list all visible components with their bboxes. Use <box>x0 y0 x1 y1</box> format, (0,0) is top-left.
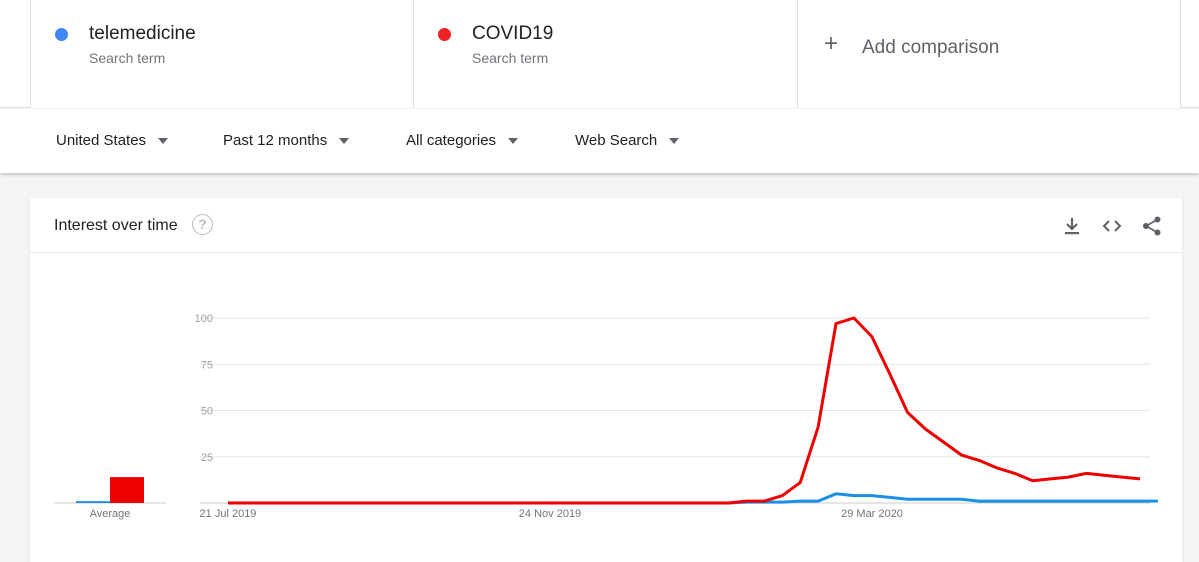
term-type-label: Search term <box>89 50 166 66</box>
interest-over-time-panel: Interest over time ? 25 50 75 100 21 Jul 201… <box>30 198 1182 562</box>
chart-labels: 25 50 75 100 21 Jul 2019 24 Nov 2019 29 Mar 20… <box>90 313 903 520</box>
y-tick-label: 100 <box>195 313 213 325</box>
search-type-dropdown-label: Web Search <box>575 132 658 149</box>
average-label: Average <box>90 508 131 520</box>
region-dropdown[interactable]: United States <box>56 132 169 149</box>
add-comparison-label: Add comparison <box>862 37 1000 58</box>
chevron-down-icon <box>339 137 350 144</box>
term-name[interactable]: telemedicine <box>89 23 196 45</box>
term-name[interactable]: COVID19 <box>472 23 553 45</box>
average-bars <box>54 477 166 504</box>
category-dropdown[interactable]: All categories <box>406 132 519 149</box>
average-bar-covid19[interactable] <box>110 477 144 503</box>
y-tick-label: 50 <box>201 406 213 418</box>
search-type-dropdown[interactable]: Web Search <box>575 132 680 149</box>
time-range-dropdown[interactable]: Past 12 months <box>223 132 350 149</box>
term-color-dot <box>55 28 68 41</box>
chart-grid <box>200 317 1150 504</box>
chevron-down-icon <box>508 137 519 144</box>
y-tick-label: 75 <box>201 359 213 371</box>
x-tick-label: 24 Nov 2019 <box>519 508 581 520</box>
y-tick-label: 25 <box>201 452 213 464</box>
time-range-dropdown-label: Past 12 months <box>223 132 328 149</box>
chevron-down-icon <box>158 137 169 144</box>
x-tick-label: 29 Mar 2020 <box>841 508 903 520</box>
x-tick-label: 21 Jul 2019 <box>200 508 257 520</box>
add-comparison-button[interactable]: + Add comparison <box>797 0 1181 108</box>
search-term-card-telemedicine[interactable]: telemedicine Search term <box>30 0 414 108</box>
term-color-dot <box>438 28 451 41</box>
term-type-label: Search term <box>472 50 549 66</box>
average-bar-telemedicine[interactable] <box>76 501 110 503</box>
region-dropdown-label: United States <box>56 132 147 149</box>
search-term-card-covid19[interactable]: COVID19 Search term <box>413 0 797 108</box>
search-terms-bar: telemedicine Search term COVID19 Search … <box>0 0 1199 108</box>
interest-over-time-chart: 25 50 75 100 21 Jul 2019 24 Nov 2019 29 Mar 20… <box>54 313 1158 520</box>
chevron-down-icon <box>669 137 680 144</box>
category-dropdown-label: All categories <box>406 132 497 149</box>
plus-icon: + <box>824 30 839 57</box>
filter-bar: United States Past 12 months All categor… <box>0 109 1199 173</box>
